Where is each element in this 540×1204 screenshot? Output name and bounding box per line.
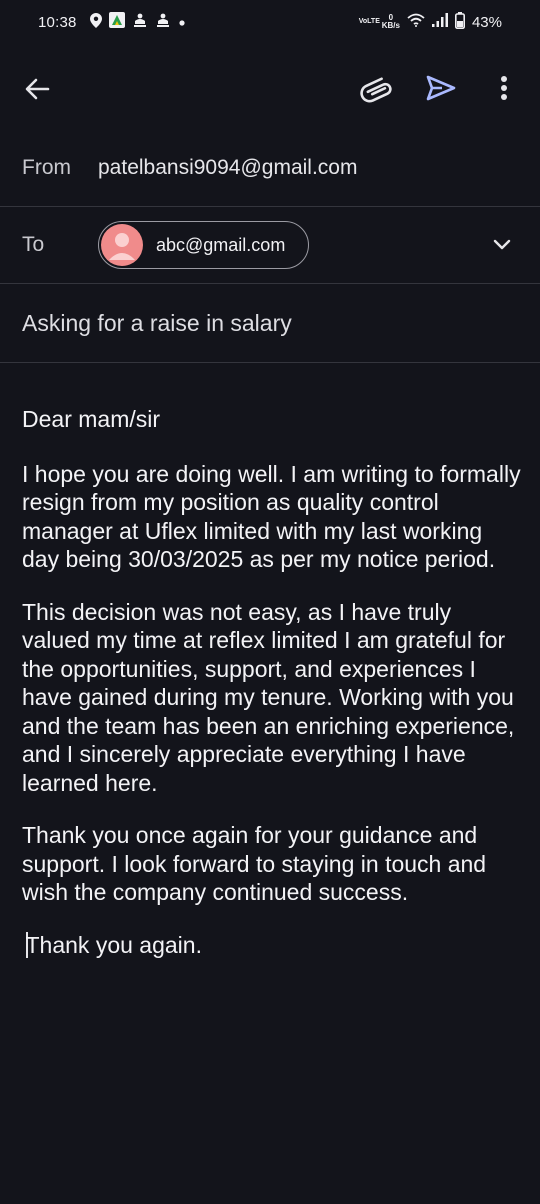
body-closing: Thank you again. bbox=[25, 931, 202, 958]
signal-icon bbox=[431, 13, 448, 31]
avatar bbox=[101, 224, 143, 266]
status-time: 10:38 bbox=[38, 13, 77, 31]
network-speed-unit: KB/s bbox=[381, 21, 400, 30]
body-paragraph-2: This decision was not easy, as I have tr… bbox=[22, 598, 515, 796]
expand-recipients-button[interactable] bbox=[490, 233, 514, 257]
subject-field[interactable]: Asking for a raise in salary bbox=[22, 310, 292, 337]
person-icon bbox=[109, 233, 135, 260]
news-app-icon-2 bbox=[155, 12, 171, 32]
wifi-icon bbox=[407, 13, 425, 31]
app-notification-icon bbox=[108, 12, 125, 32]
chevron-down-icon bbox=[493, 239, 511, 250]
back-button[interactable] bbox=[22, 74, 52, 104]
location-pin-icon bbox=[89, 12, 102, 32]
send-icon bbox=[426, 75, 456, 101]
compose-body[interactable]: Dear mam/sir I hope you are doing well. … bbox=[22, 405, 522, 983]
send-button[interactable] bbox=[424, 72, 458, 104]
from-label: From bbox=[22, 156, 71, 179]
compose-toolbar bbox=[0, 56, 540, 120]
to-row[interactable]: To abc@gmail.com bbox=[0, 207, 540, 284]
recipient-chip[interactable]: abc@gmail.com bbox=[98, 221, 309, 269]
status-left: 10:38 bbox=[38, 12, 186, 32]
status-bar: 10:38 VoLTE 0 KB/s 43% bbox=[0, 0, 540, 44]
from-address[interactable]: patelbansi9094@gmail.com bbox=[98, 156, 357, 180]
network-speed: 0 KB/s bbox=[382, 14, 400, 30]
status-right: VoLTE 0 KB/s 43% bbox=[358, 11, 502, 33]
arrow-left-icon bbox=[25, 78, 50, 100]
body-greeting: Dear mam/sir bbox=[22, 406, 161, 432]
attach-button[interactable] bbox=[358, 72, 394, 104]
body-paragraph-3: Thank you once again for your guidance a… bbox=[22, 822, 487, 905]
recipient-email: abc@gmail.com bbox=[156, 234, 286, 255]
more-notifications-dot-icon bbox=[178, 14, 186, 31]
from-row: From patelbansi9094@gmail.com bbox=[0, 130, 540, 207]
more-vert-icon bbox=[501, 76, 507, 100]
to-label: To bbox=[22, 233, 45, 256]
volte-indicator: VoLTE bbox=[358, 18, 380, 25]
subject-row[interactable]: Asking for a raise in salary bbox=[0, 284, 540, 363]
more-options-button[interactable] bbox=[494, 72, 514, 106]
battery-percent: 43% bbox=[471, 13, 502, 31]
body-closing-line: Thank you again. bbox=[22, 931, 522, 960]
body-paragraph-1: I hope you are doing well. I am writing … bbox=[22, 460, 521, 573]
paperclip-icon bbox=[360, 77, 392, 103]
news-app-icon bbox=[132, 12, 148, 32]
battery-icon bbox=[454, 11, 465, 33]
